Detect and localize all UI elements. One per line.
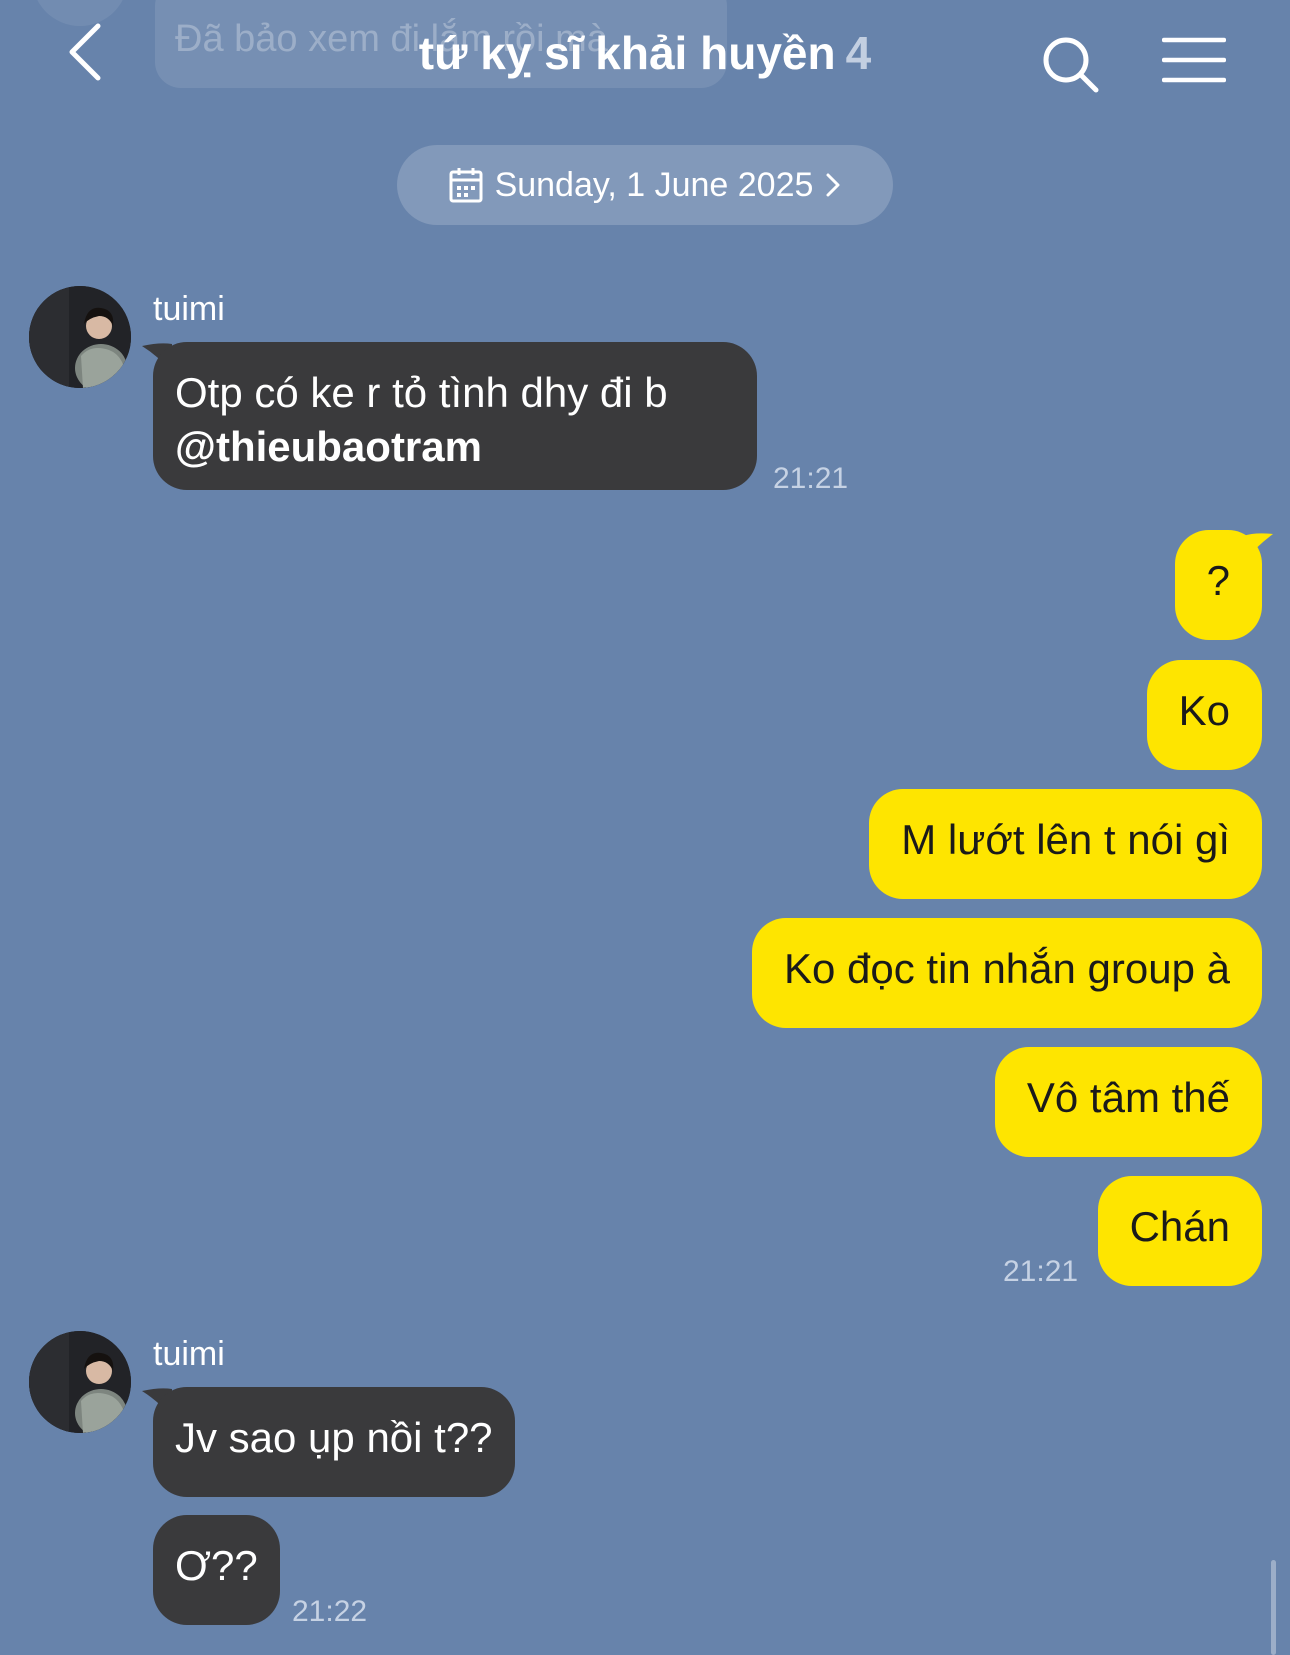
message-bubble[interactable]: Ko (1146, 660, 1262, 770)
sender-name: tuimi (153, 290, 225, 328)
message-bubble[interactable]: Chán (1097, 1176, 1262, 1286)
scrollbar[interactable] (1271, 1560, 1276, 1655)
date-label: Sunday, 1 June 2025 (494, 165, 814, 204)
hamburger-menu-icon (1161, 37, 1227, 83)
chevron-right-icon (826, 173, 840, 197)
menu-button[interactable] (1161, 36, 1227, 86)
message-text: Ko đọc tin nhắn group à (783, 945, 1230, 992)
profile-photo (29, 1331, 131, 1433)
search-icon (1043, 37, 1099, 93)
message-text: ? (1206, 557, 1230, 604)
chat-title-text: tứ kỵ sĩ khải huyền (418, 27, 836, 79)
message-bubble[interactable]: ? (1174, 530, 1262, 640)
search-button[interactable] (1040, 34, 1102, 96)
message-text: Chán (1129, 1203, 1230, 1250)
message-time: 21:21 (773, 462, 849, 495)
message-text: M lướt lên t nói gì (901, 816, 1230, 863)
message-bubble[interactable]: Vô tâm thế (994, 1047, 1262, 1157)
chat-screen: Đã bảo xem đi lắm rồi mà tứ kỵ sĩ khải h… (0, 0, 1290, 1655)
message-text: Ơ?? (175, 1542, 258, 1589)
message-text: Vô tâm thế (1026, 1074, 1230, 1121)
message-text: Ko (1178, 687, 1230, 734)
avatar-tuimi[interactable] (29, 1331, 131, 1433)
message-text: Jv sao ụp nồi t?? (175, 1414, 493, 1461)
message-bubble[interactable]: Ko đọc tin nhắn group à (751, 918, 1262, 1028)
sender-name: tuimi (153, 1335, 225, 1373)
message-time: 21:22 (292, 1595, 368, 1628)
message-bubble[interactable]: Ơ?? (153, 1515, 280, 1625)
mention-link[interactable]: @thieubaotram (175, 420, 735, 474)
message-bubble[interactable]: Otp có ke r tỏ tình dhy đi b @thieubaotr… (153, 342, 757, 490)
message-text: Otp có ke r tỏ tình dhy đi b (175, 369, 668, 416)
member-count: 4 (845, 27, 872, 79)
message-time: 21:21 (1003, 1255, 1079, 1288)
message-bubble[interactable]: M lướt lên t nói gì (869, 789, 1262, 899)
avatar-tuimi[interactable] (29, 286, 131, 388)
profile-photo (29, 286, 131, 388)
message-bubble[interactable]: Jv sao ụp nồi t?? (153, 1387, 515, 1497)
date-divider[interactable]: Sunday, 1 June 2025 (397, 145, 893, 225)
calendar-icon (449, 168, 483, 203)
